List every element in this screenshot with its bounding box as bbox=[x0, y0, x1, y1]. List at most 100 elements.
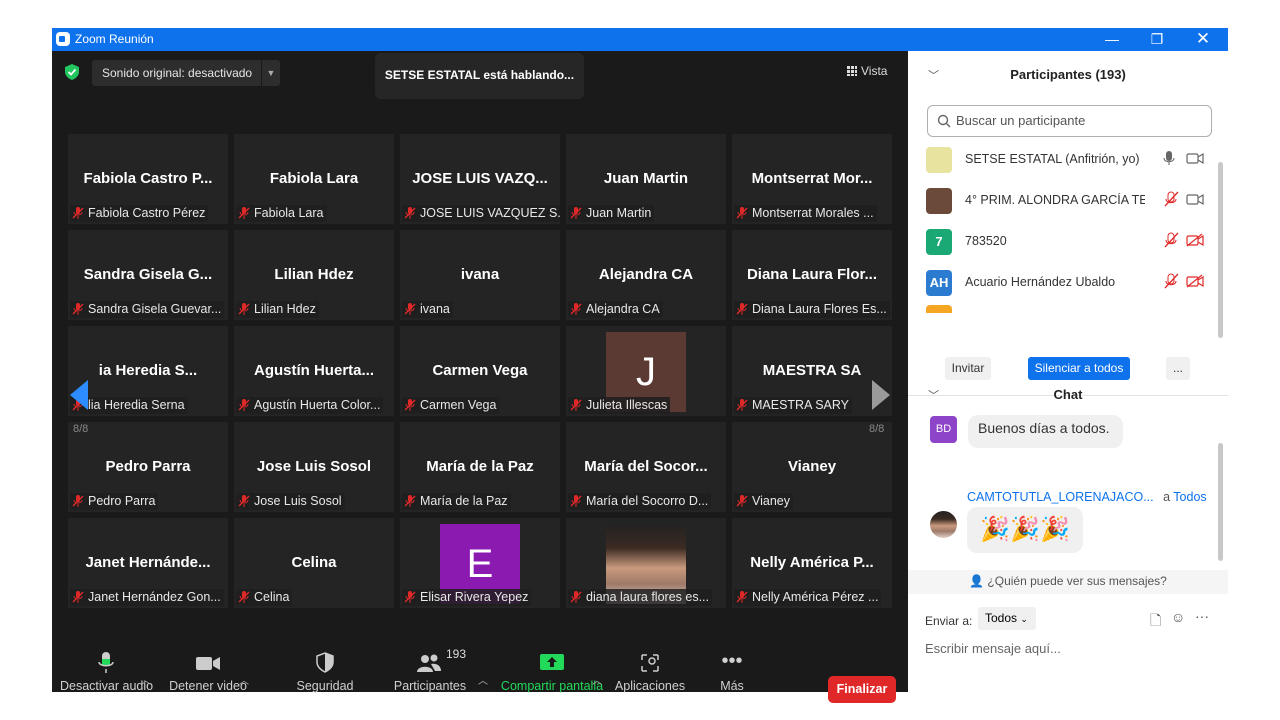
microphone-icon bbox=[98, 652, 114, 673]
participant-list-name: 4° PRIM. ALONDRA GARCÍA TE... bbox=[965, 193, 1145, 207]
participant-name-label: Vianey bbox=[734, 493, 793, 510]
muted-microphone-icon bbox=[404, 207, 416, 219]
video-tile[interactable]: JOSE LUIS VAZQ... JOSE LUIS VAZQUEZ S. bbox=[400, 134, 560, 224]
search-placeholder: Buscar un participante bbox=[956, 113, 1086, 128]
participant-name: María del Socorro D... bbox=[586, 494, 709, 508]
mute-audio-label: Desactivar audio bbox=[60, 679, 154, 693]
chat-sender-name[interactable]: CAMTOTUTLA_LORENAJACO... bbox=[967, 490, 1154, 504]
emoji-icon[interactable]: ☺ bbox=[1171, 609, 1185, 625]
participant-name-label: Jose Luis Sosol bbox=[236, 493, 345, 510]
video-tile[interactable]: Nelly América P... Nelly América Pérez ..… bbox=[732, 518, 892, 608]
participant-list-scrollbar[interactable] bbox=[1218, 162, 1223, 338]
participant-display-name: María de la Paz bbox=[426, 458, 534, 475]
muted-microphone-icon bbox=[72, 495, 84, 507]
view-button[interactable]: Vista bbox=[847, 64, 887, 78]
more-dots-icon: ••• bbox=[721, 650, 743, 672]
video-tile[interactable]: Montserrat Mor... Montserrat Morales ... bbox=[732, 134, 892, 224]
muted-microphone-icon bbox=[404, 303, 416, 315]
participant-name-label: ivana bbox=[402, 301, 453, 318]
video-tile[interactable]: Alejandra CA Alejandra CA bbox=[566, 230, 726, 320]
restore-icon[interactable]: ❐ bbox=[1142, 29, 1172, 49]
send-to-dropdown[interactable]: Todos ⌄ bbox=[978, 607, 1036, 630]
participant-name: JOSE LUIS VAZQUEZ S. bbox=[420, 206, 560, 220]
video-tile[interactable]: J Julieta Illescas bbox=[566, 326, 726, 416]
video-tile[interactable]: Carmen Vega Carmen Vega bbox=[400, 326, 560, 416]
participant-row[interactable]: 4° PRIM. ALONDRA GARCÍA TE... bbox=[908, 180, 1220, 221]
participant-row[interactable]: 7 783520 bbox=[908, 221, 1220, 262]
video-area: Sonido original: desactivado ▼ SETSE EST… bbox=[52, 51, 908, 703]
original-sound-dropdown[interactable]: Sonido original: desactivado ▼ bbox=[92, 60, 280, 86]
chat-collapse-chevron-icon[interactable]: ﹀ bbox=[928, 387, 939, 403]
participant-display-name: JOSE LUIS VAZQ... bbox=[412, 170, 548, 187]
mute-all-button[interactable]: Silenciar a todos bbox=[1028, 357, 1130, 380]
participant-display-name: Juan Martin bbox=[603, 170, 689, 187]
video-tile[interactable]: Janet Hernánde... Janet Hernández Gon... bbox=[68, 518, 228, 608]
close-icon[interactable]: ✕ bbox=[1188, 29, 1218, 49]
participants-more-button[interactable]: ... bbox=[1166, 357, 1190, 380]
muted-microphone-icon bbox=[736, 399, 748, 411]
participants-options-caret-icon[interactable]: ︿ bbox=[478, 672, 488, 687]
video-tile[interactable]: Agustín Huerta... Agustín Huerta Color... bbox=[234, 326, 394, 416]
minimize-icon[interactable]: — bbox=[1097, 29, 1127, 49]
participant-search-input[interactable]: Buscar un participante bbox=[927, 105, 1212, 137]
end-meeting-button[interactable]: Finalizar bbox=[828, 676, 896, 703]
muted-microphone-icon bbox=[238, 591, 250, 603]
video-tile[interactable]: ivana ivana bbox=[400, 230, 560, 320]
video-tile[interactable]: Juan Martin Juan Martin bbox=[566, 134, 726, 224]
participants-button[interactable]: 193 Participantes bbox=[385, 647, 475, 693]
chat-more-icon[interactable]: ··· bbox=[1195, 608, 1209, 624]
video-tile[interactable]: Jose Luis Sosol Jose Luis Sosol bbox=[234, 422, 394, 512]
participant-name: Elisar Rivera Yepez bbox=[420, 590, 529, 604]
file-icon[interactable]: 🗋 bbox=[1150, 610, 1161, 634]
video-tile[interactable]: Pedro Parra Pedro Parra bbox=[68, 422, 228, 512]
apps-button[interactable]: Aplicaciones bbox=[605, 651, 695, 693]
who-can-see-messages[interactable]: 👤 ¿Quién puede ver sus mensajes? bbox=[908, 570, 1228, 594]
participant-list-name: 783520 bbox=[965, 234, 1007, 248]
share-screen-button[interactable]: Compartir pantalla bbox=[498, 651, 606, 693]
audio-options-caret-icon[interactable]: ︿ bbox=[141, 672, 151, 687]
video-tile[interactable]: Vianey Vianey bbox=[732, 422, 892, 512]
video-tile[interactable]: Celina Celina bbox=[234, 518, 394, 608]
collapse-chevron-icon[interactable]: ﹀ bbox=[928, 67, 939, 83]
participant-list: SETSE ESTATAL (Anfitrión, yo) 4° PRIM. A… bbox=[908, 139, 1220, 344]
share-options-caret-icon[interactable]: ︿ bbox=[592, 672, 602, 687]
video-tile[interactable]: María del Socor... María del Socorro D... bbox=[566, 422, 726, 512]
video-tile[interactable]: Diana Laura Flor... Diana Laura Flores Es… bbox=[732, 230, 892, 320]
participant-name-label: Julieta Illescas bbox=[568, 397, 671, 414]
muted-microphone-icon bbox=[238, 495, 250, 507]
muted-microphone-icon bbox=[238, 303, 250, 315]
chat-scrollbar[interactable] bbox=[1218, 443, 1223, 561]
participant-avatar: 7 bbox=[926, 229, 952, 255]
security-button[interactable]: Seguridad bbox=[280, 651, 370, 693]
video-tile[interactable]: E Elisar Rivera Yepez bbox=[400, 518, 560, 608]
muted-microphone-icon bbox=[1164, 232, 1179, 248]
participant-row[interactable]: SETSE ESTATAL (Anfitrión, yo) bbox=[908, 139, 1220, 180]
previous-page-arrow-icon[interactable] bbox=[70, 380, 88, 410]
next-page-arrow-icon[interactable] bbox=[872, 380, 890, 410]
muted-microphone-icon bbox=[1164, 191, 1179, 207]
participants-header: ﹀ Participantes (193) bbox=[928, 67, 1126, 83]
participant-display-name: Alejandra CA bbox=[598, 266, 694, 283]
invite-button[interactable]: Invitar bbox=[945, 357, 991, 380]
video-tile[interactable]: María de la Paz María de la Paz bbox=[400, 422, 560, 512]
video-tile[interactable]: MAESTRA SA MAESTRA SARY bbox=[732, 326, 892, 416]
video-tile[interactable]: diana laura flores es... bbox=[566, 518, 726, 608]
more-label: Más bbox=[720, 679, 744, 693]
zoom-logo-icon bbox=[56, 32, 70, 46]
active-speaker-banner: SETSE ESTATAL está hablando... bbox=[375, 53, 584, 99]
participant-name-label: Montserrat Morales ... bbox=[734, 205, 877, 222]
muted-microphone-icon bbox=[72, 591, 84, 603]
video-tile[interactable]: Sandra Gisela G... Sandra Gisela Guevar..… bbox=[68, 230, 228, 320]
view-label: Vista bbox=[861, 64, 888, 78]
chat-message-input[interactable]: Escribir mensaje aquí... bbox=[925, 641, 1215, 663]
participant-row[interactable]: AH Acuario Hernández Ubaldo bbox=[908, 262, 1220, 303]
video-tile[interactable]: Lilian Hdez Lilian Hdez bbox=[234, 230, 394, 320]
video-tile[interactable]: Fabiola Castro P... Fabiola Castro Pérez bbox=[68, 134, 228, 224]
mute-audio-button[interactable]: Desactivar audio bbox=[60, 651, 154, 693]
video-tile[interactable]: ia Heredia S... lia Heredia Serna bbox=[68, 326, 228, 416]
muted-microphone-icon bbox=[570, 207, 582, 219]
chevron-down-icon[interactable]: ▼ bbox=[261, 60, 280, 86]
more-button[interactable]: ••• Más bbox=[697, 651, 767, 693]
video-options-caret-icon[interactable]: ︿ bbox=[239, 672, 249, 687]
video-tile[interactable]: Fabiola Lara Fabiola Lara bbox=[234, 134, 394, 224]
